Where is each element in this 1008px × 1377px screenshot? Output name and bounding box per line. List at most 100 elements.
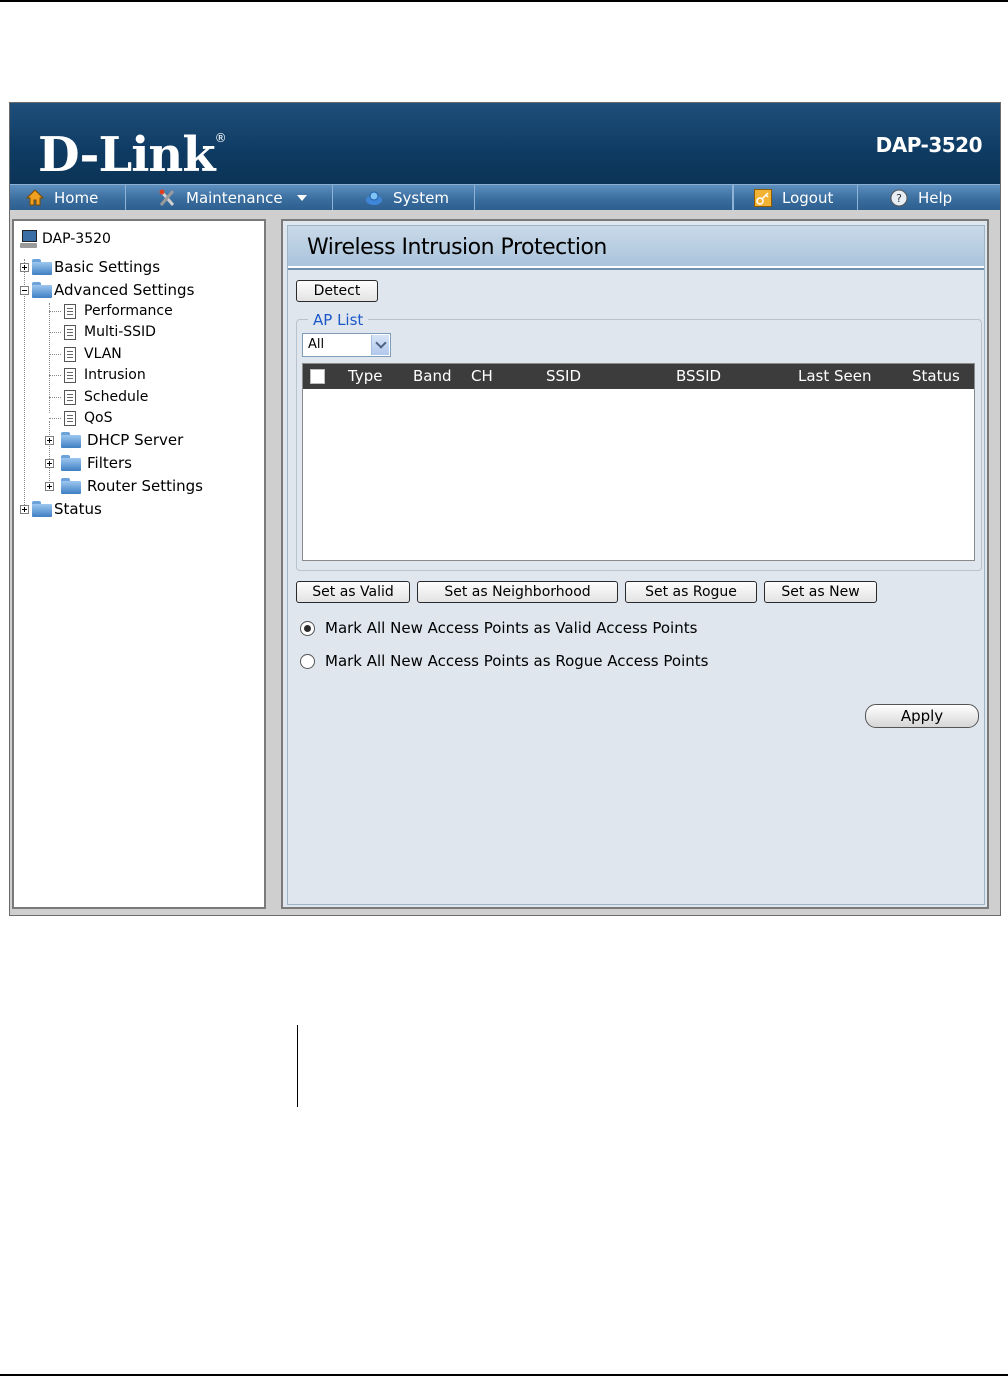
page-bottom-rule	[0, 1374, 1008, 1376]
expand-icon[interactable]	[20, 262, 29, 272]
logo-text: D-Link	[38, 127, 216, 183]
nav-home-label: Home	[54, 188, 99, 207]
tree-line	[49, 418, 61, 419]
column-header-ch: CH	[471, 367, 493, 385]
column-header-ssid: SSID	[546, 367, 582, 385]
tree-line	[49, 397, 61, 398]
tree-line	[49, 311, 61, 312]
tree-item-schedule[interactable]: Schedule	[49, 387, 149, 407]
page-icon	[64, 389, 76, 405]
ap-filter-value: All	[308, 337, 325, 352]
set-new-button[interactable]: Set as New	[764, 581, 877, 603]
nav-help-label: Help	[918, 188, 953, 207]
tree-item-label: Performance	[84, 303, 173, 319]
expand-icon[interactable]	[45, 458, 54, 468]
tree-item-multi-ssid[interactable]: Multi-SSID	[49, 322, 156, 342]
set-valid-button[interactable]: Set as Valid	[296, 581, 410, 603]
radio-mark-rogue[interactable]: Mark All New Access Points as Rogue Acce…	[300, 652, 708, 670]
nav-home[interactable]: Home	[10, 185, 126, 210]
title-underline	[288, 268, 984, 270]
folder-icon	[32, 259, 52, 275]
tree-line	[49, 375, 61, 376]
dlink-logo: D-Link®	[38, 127, 227, 183]
tree-router-settings-label: Router Settings	[87, 477, 204, 495]
tree-dhcp-server-label: DHCP Server	[87, 431, 184, 449]
expand-icon[interactable]	[20, 504, 29, 514]
column-header-band: Band	[413, 367, 452, 385]
tree-item-label: QoS	[84, 410, 113, 426]
tree-line	[49, 354, 61, 355]
document-divider	[297, 1025, 298, 1107]
tree-line	[49, 332, 61, 333]
expand-icon[interactable]	[45, 435, 54, 445]
nav-logout-label: Logout	[782, 188, 834, 207]
nav-help[interactable]: ? Help	[858, 185, 1000, 210]
key-icon	[754, 188, 772, 207]
tree-item-label: VLAN	[84, 346, 122, 362]
svg-text:?: ?	[896, 192, 902, 205]
tree-router-settings[interactable]: Router Settings	[45, 476, 203, 496]
tree-item-performance[interactable]: Performance	[49, 301, 173, 321]
nav-spacer	[475, 185, 733, 210]
set-rogue-button[interactable]: Set as Rogue	[625, 581, 757, 603]
tree-root[interactable]: DAP-3520	[20, 229, 111, 249]
tree-item-qos[interactable]: QoS	[49, 408, 113, 428]
chevron-down-icon	[371, 335, 389, 355]
browser-frame: D-Link® DAP-3520 Home Maintenance System	[9, 102, 1001, 916]
tree-item-label: Schedule	[84, 389, 149, 405]
tree-dhcp-server[interactable]: DHCP Server	[45, 430, 183, 450]
tree-filters[interactable]: Filters	[45, 453, 132, 473]
nav-logout[interactable]: Logout	[733, 185, 858, 210]
column-header-bssid: BSSID	[676, 367, 722, 385]
tree-item-label: Intrusion	[84, 367, 146, 383]
header-banner: D-Link® DAP-3520	[10, 103, 1000, 184]
column-header-type: Type	[348, 367, 383, 385]
content-panel: Wireless Intrusion Protection Detect AP …	[287, 225, 985, 905]
tree-advanced-settings-label: Advanced Settings	[54, 281, 195, 299]
tree-item-vlan[interactable]: VLAN	[49, 344, 122, 364]
nav-maintenance-label: Maintenance	[186, 188, 283, 207]
radio-button[interactable]	[300, 653, 315, 669]
ap-list-legend: AP List	[308, 311, 369, 329]
page-icon	[64, 324, 76, 340]
page-icon	[64, 303, 76, 319]
radio-button-selected[interactable]	[300, 620, 315, 636]
help-icon: ?	[890, 189, 908, 207]
ap-filter-select[interactable]: All	[302, 333, 391, 357]
nav-system[interactable]: System	[333, 185, 475, 210]
tree-advanced-settings[interactable]: Advanced Settings	[20, 280, 194, 300]
column-header-status: Status	[912, 367, 960, 385]
computer-icon	[20, 228, 38, 250]
tree-basic-settings-label: Basic Settings	[54, 258, 161, 276]
chevron-down-icon	[296, 194, 307, 201]
detect-button[interactable]: Detect	[296, 280, 378, 302]
select-all-checkbox[interactable]	[310, 369, 325, 384]
home-icon	[25, 188, 45, 207]
nav-maintenance[interactable]: Maintenance	[126, 185, 333, 210]
radio-mark-valid[interactable]: Mark All New Access Points as Valid Acce…	[300, 619, 697, 637]
top-nav: Home Maintenance System Logout ? Help	[10, 184, 1000, 210]
page-icon	[64, 367, 76, 383]
tree-item-intrusion[interactable]: Intrusion	[49, 365, 146, 385]
tree-filters-label: Filters	[87, 454, 132, 472]
radio-mark-rogue-label: Mark All New Access Points as Rogue Acce…	[325, 652, 709, 670]
set-neighborhood-button[interactable]: Set as Neighborhood	[417, 581, 618, 603]
folder-icon	[61, 478, 81, 494]
system-icon	[365, 189, 383, 207]
sidebar-tree: DAP-3520 Basic Settings Advanced Setting…	[12, 219, 266, 909]
table-header: Type Band CH SSID BSSID Last Seen Status	[303, 364, 974, 389]
apply-button[interactable]: Apply	[865, 704, 979, 728]
radio-mark-valid-label: Mark All New Access Points as Valid Acce…	[325, 619, 698, 637]
tree-status[interactable]: Status	[20, 499, 102, 519]
column-header-last-seen: Last Seen	[798, 367, 872, 385]
tree-basic-settings[interactable]: Basic Settings	[20, 257, 160, 277]
expand-icon[interactable]	[45, 481, 54, 491]
folder-icon	[32, 501, 52, 517]
page-top-rule	[0, 0, 1008, 2]
tree-root-label: DAP-3520	[42, 231, 111, 247]
open-folder-icon	[32, 282, 52, 298]
page-icon	[64, 346, 76, 362]
main-content: Wireless Intrusion Protection Detect AP …	[281, 219, 989, 909]
page-title: Wireless Intrusion Protection	[307, 235, 607, 260]
collapse-icon[interactable]	[20, 285, 29, 295]
